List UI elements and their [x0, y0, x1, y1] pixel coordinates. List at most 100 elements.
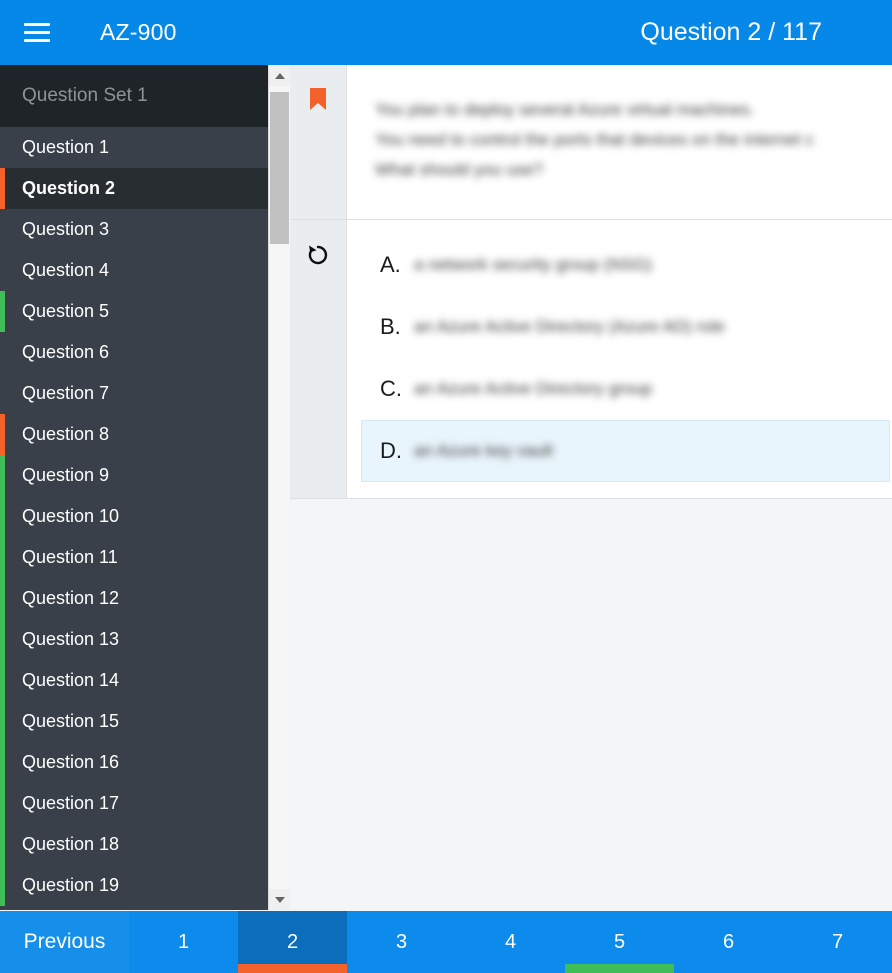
- sidebar-item-question-7[interactable]: Question 7: [0, 373, 268, 414]
- page-label: 2: [286, 930, 299, 953]
- option-text: a network security group (NSG): [414, 255, 653, 274]
- question-status-marker: [0, 537, 5, 578]
- question-row: You plan to deploy several Azure virtual…: [290, 65, 892, 219]
- sidebar-item-label: Question 7: [22, 383, 110, 403]
- exam-app-window: AZ-900 Question 2 / 117 Question Set 1 Q…: [0, 0, 892, 973]
- question-status-marker: [0, 783, 5, 824]
- bookmark-gutter: [290, 65, 347, 219]
- question-status-marker: [0, 496, 5, 537]
- sidebar-item-question-14[interactable]: Question 14: [0, 660, 268, 701]
- question-set-title: Question Set 1: [0, 65, 268, 127]
- answer-option-c[interactable]: C. an Azure Active Directory group: [361, 358, 890, 420]
- question-counter: Question 2 / 117: [640, 18, 822, 46]
- hamburger-bar: [24, 23, 50, 26]
- sidebar-item-label: Question 17: [22, 793, 120, 813]
- question-text: You plan to deploy several Azure virtual…: [347, 65, 892, 219]
- page-button-6[interactable]: 6: [674, 911, 783, 973]
- sidebar-item-question-6[interactable]: Question 6: [0, 332, 268, 373]
- pagination-bar: Previous 1 2 3 4 5 6 7: [0, 911, 892, 973]
- sidebar-item-label: Question 5: [22, 301, 110, 321]
- page-label: 5: [613, 930, 626, 953]
- page-button-1[interactable]: 1: [129, 911, 238, 973]
- question-line: You need to control the ports that devic…: [375, 130, 814, 149]
- question-status-marker: [0, 824, 5, 865]
- page-label: 6: [722, 930, 735, 953]
- sidebar-item-question-19[interactable]: Question 19: [0, 865, 268, 906]
- sidebar-item-question-8[interactable]: Question 8: [0, 414, 268, 455]
- sidebar-item-question-5[interactable]: Question 5: [0, 291, 268, 332]
- sidebar-item-label: Question 2: [22, 178, 116, 198]
- reset-gutter: [290, 220, 347, 498]
- sidebar-item-label: Question 11: [22, 547, 118, 567]
- sidebar-item-question-11[interactable]: Question 11: [0, 537, 268, 578]
- page-number-list: 1 2 3 4 5 6 7: [129, 911, 892, 973]
- answer-option-b[interactable]: B. an Azure Active Directory (Azure AD) r…: [361, 296, 890, 358]
- sidebar-item-label: Question 14: [22, 670, 120, 690]
- page-button-7[interactable]: 7: [783, 911, 892, 973]
- sidebar-item-question-12[interactable]: Question 12: [0, 578, 268, 619]
- question-status-marker: [0, 660, 5, 701]
- hamburger-icon[interactable]: [14, 16, 60, 50]
- question-status-marker: [0, 865, 5, 906]
- sidebar-item-label: Question 1: [22, 137, 110, 157]
- page-button-4[interactable]: 4: [456, 911, 565, 973]
- app-header: AZ-900 Question 2 / 117: [0, 0, 892, 65]
- option-letter: A.: [380, 252, 401, 277]
- option-letter: B.: [380, 314, 401, 339]
- options-row: A. a network security group (NSG) B. an Azu…: [290, 219, 892, 498]
- question-panel: You plan to deploy several Azure virtual…: [290, 65, 892, 499]
- question-line: What should you use?: [375, 160, 544, 179]
- sidebar-item-label: Question 3: [22, 219, 110, 239]
- question-line: You plan to deploy several Azure virtual…: [375, 100, 755, 119]
- previous-button[interactable]: Previous: [0, 911, 129, 973]
- page-button-2[interactable]: 2: [238, 911, 347, 973]
- sidebar-item-question-15[interactable]: Question 15: [0, 701, 268, 742]
- scroll-up-glyph: [274, 72, 285, 79]
- page-label: 3: [395, 930, 408, 953]
- question-list: Question 1 Question 2 Question 3 Question 4…: [0, 127, 268, 906]
- option-text: an Azure key vault: [414, 441, 553, 460]
- sidebar-item-question-1[interactable]: Question 1: [0, 127, 268, 168]
- sidebar-item-question-3[interactable]: Question 3: [0, 209, 268, 250]
- option-letter: C.: [380, 376, 402, 401]
- bookmark-icon[interactable]: [309, 87, 327, 111]
- sidebar-item-label: Question 8: [22, 424, 110, 444]
- sidebar-item-question-10[interactable]: Question 10: [0, 496, 268, 537]
- question-status-marker: [0, 455, 5, 496]
- question-status-marker: [0, 701, 5, 742]
- sidebar-item-label: Question 6: [22, 342, 110, 362]
- sidebar-item-question-2[interactable]: Question 2: [0, 168, 268, 209]
- sidebar-item-question-17[interactable]: Question 17: [0, 783, 268, 824]
- page-status-underline: [238, 964, 347, 973]
- sidebar-item-label: Question 4: [22, 260, 110, 280]
- sidebar-item-question-4[interactable]: Question 4: [0, 250, 268, 291]
- page-status-underline: [565, 964, 674, 973]
- scroll-up-arrow-icon[interactable]: [269, 65, 290, 86]
- sidebar-item-question-18[interactable]: Question 18: [0, 824, 268, 865]
- scroll-down-glyph: [274, 896, 285, 903]
- sidebar-item-question-9[interactable]: Question 9: [0, 455, 268, 496]
- question-status-marker: [0, 168, 5, 209]
- answer-option-d[interactable]: D. an Azure key vault: [361, 420, 890, 482]
- app-title: AZ-900: [100, 19, 177, 45]
- sidebar-item-label: Question 19: [22, 875, 120, 895]
- question-content-area: You plan to deploy several Azure virtual…: [290, 65, 892, 910]
- reset-arrow-icon[interactable]: [305, 242, 331, 268]
- sidebar-item-label: Question 15: [22, 711, 120, 731]
- sidebar-item-question-13[interactable]: Question 13: [0, 619, 268, 660]
- sidebar-item-label: Question 12: [22, 588, 120, 608]
- option-text: an Azure Active Directory group: [414, 379, 653, 398]
- option-letter: D.: [380, 438, 402, 463]
- page-button-5[interactable]: 5: [565, 911, 674, 973]
- scrollbar-thumb[interactable]: [270, 92, 289, 244]
- question-status-marker: [0, 578, 5, 619]
- question-status-marker: [0, 742, 5, 783]
- sidebar-item-question-16[interactable]: Question 16: [0, 742, 268, 783]
- option-text: an Azure Active Directory (Azure AD) rol…: [414, 317, 725, 336]
- sidebar-scrollbar[interactable]: [268, 65, 290, 910]
- answer-options: A. a network security group (NSG) B. an Azu…: [347, 220, 892, 498]
- page-button-3[interactable]: 3: [347, 911, 456, 973]
- scroll-down-arrow-icon[interactable]: [269, 889, 290, 910]
- hamburger-bar: [24, 31, 50, 34]
- answer-option-a[interactable]: A. a network security group (NSG): [361, 234, 890, 296]
